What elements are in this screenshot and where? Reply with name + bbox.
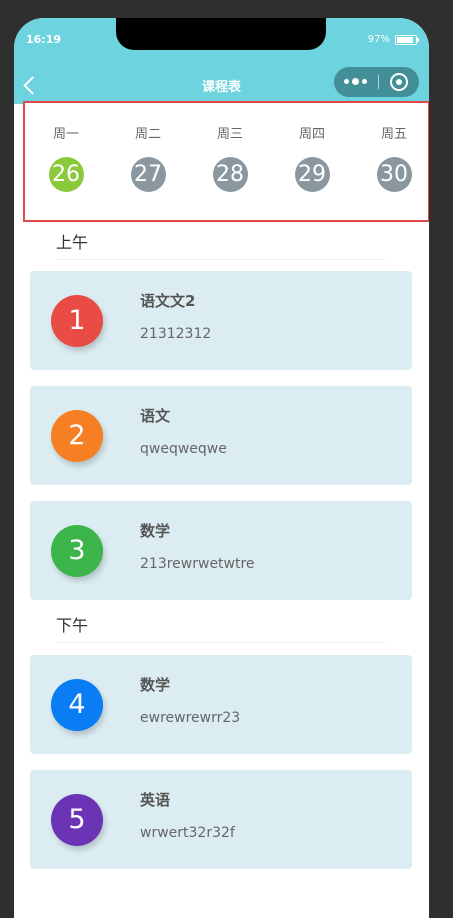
day-monday[interactable]: 周一 26 <box>46 103 86 192</box>
day-date[interactable]: 30 <box>376 157 412 192</box>
course-info: ewrewrewrr23 <box>140 710 241 726</box>
day-date[interactable]: 27 <box>130 157 166 192</box>
status-time: 16:19 <box>26 33 62 46</box>
day-wednesday[interactable]: 周三 28 <box>210 103 250 192</box>
course-name: 语文文2 <box>140 292 196 310</box>
course-number-badge: 1 <box>51 295 103 347</box>
notch <box>116 18 326 50</box>
section-afternoon: 下午 <box>56 612 386 643</box>
course-info: qweqweqwe <box>140 441 227 457</box>
course-info: 21312312 <box>140 326 212 342</box>
battery-icon <box>395 34 419 45</box>
day-label: 周五 <box>380 127 407 142</box>
course-info: wrwert32r32f <box>140 825 235 841</box>
day-date[interactable]: 28 <box>212 157 248 192</box>
course-number-badge: 5 <box>51 794 103 846</box>
day-label: 周三 <box>216 127 243 142</box>
course-card[interactable]: 3 数学 213rewrwetwtre <box>30 501 412 600</box>
phone-screen: 16:19 97% 课程表 周一 26 周二 27 周三 28 周四 29 周五… <box>14 18 429 918</box>
day-tuesday[interactable]: 周二 27 <box>128 103 168 192</box>
course-number-badge: 3 <box>51 525 103 577</box>
capsule-divider <box>378 75 379 89</box>
course-name: 英语 <box>140 791 171 809</box>
day-label: 周四 <box>298 127 325 142</box>
course-name: 语文 <box>140 407 171 425</box>
course-card[interactable]: 5 英语 wrwert32r32f <box>30 770 412 869</box>
course-number-badge: 4 <box>51 679 103 731</box>
day-date[interactable]: 29 <box>294 157 330 192</box>
day-date[interactable]: 26 <box>48 157 84 192</box>
more-icon[interactable] <box>344 78 367 85</box>
course-name: 数学 <box>140 676 171 694</box>
week-selector: 周一 26 周二 27 周三 28 周四 29 周五 30 <box>23 101 429 222</box>
battery-percent: 97% <box>367 34 390 45</box>
status-battery: 97% <box>367 34 419 45</box>
course-card[interactable]: 4 数学 ewrewrewrr23 <box>30 655 412 754</box>
course-card[interactable]: 1 语文文2 21312312 <box>30 271 412 370</box>
course-info: 213rewrwetwtre <box>140 556 255 572</box>
day-friday[interactable]: 周五 30 <box>374 103 414 192</box>
course-number-badge: 2 <box>51 410 103 462</box>
section-morning: 上午 <box>56 229 386 260</box>
day-label: 周一 <box>52 127 79 142</box>
course-name: 数学 <box>140 522 171 540</box>
mini-program-capsule <box>334 67 419 97</box>
course-card[interactable]: 2 语文 qweqweqwe <box>30 386 412 485</box>
close-target-icon[interactable] <box>390 73 408 91</box>
day-label: 周二 <box>134 127 161 142</box>
day-thursday[interactable]: 周四 29 <box>292 103 332 192</box>
